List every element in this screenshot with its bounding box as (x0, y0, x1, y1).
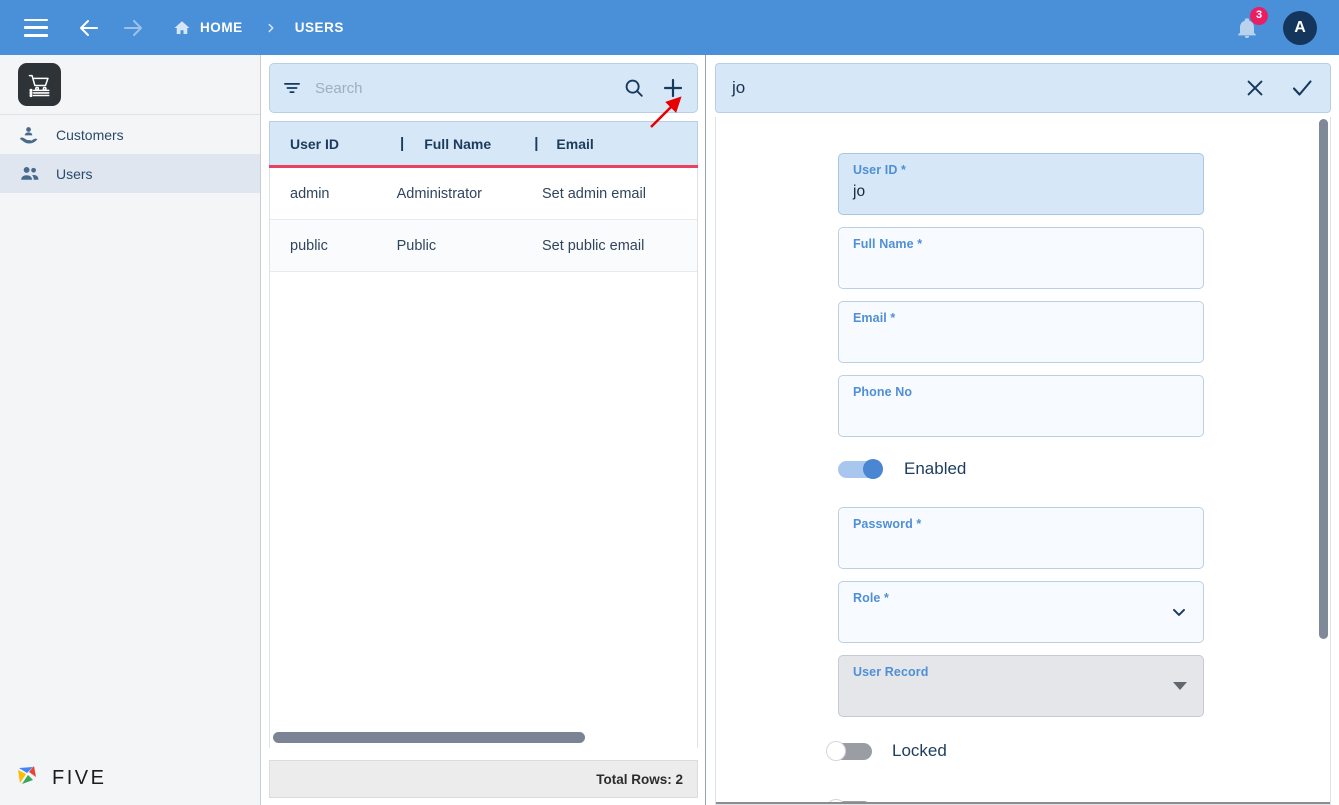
home-icon (173, 19, 191, 37)
shopping-cart-logo[interactable] (18, 63, 61, 106)
column-header-user-id[interactable]: User ID (270, 136, 400, 152)
sidebar-item-customers[interactable]: Customers (0, 115, 260, 154)
table-row[interactable]: admin Administrator Set admin email (270, 168, 697, 220)
user-id-field[interactable]: User ID * jo (838, 153, 1204, 215)
horizontal-scrollbar[interactable] (269, 726, 698, 748)
enabled-toggle-label: Enabled (904, 459, 967, 478)
email-field[interactable]: Email * (838, 301, 1204, 363)
five-brand-logo: FIVE (14, 763, 106, 793)
user-id-field-value: jo (853, 183, 866, 200)
enabled-toggle[interactable] (838, 459, 884, 479)
cell-full-name: Administrator (396, 185, 483, 202)
top-app-bar: HOME USERS 3 A (0, 0, 1339, 55)
role-field-label: Role * (853, 591, 890, 605)
sidebar-item-users-label: Users (56, 165, 93, 182)
people-icon (18, 163, 44, 185)
locked-toggle[interactable] (826, 741, 872, 761)
five-mark-icon (18, 766, 36, 784)
user-id-field-label: User ID * (853, 163, 907, 177)
table-body: admin Administrator Set admin email publ… (269, 168, 698, 726)
confirm-save-icon[interactable] (1290, 76, 1314, 100)
users-list-panel: User ID | Full Name | Email admin Admini… (262, 55, 706, 805)
close-icon[interactable] (1244, 77, 1266, 99)
chevron-right-icon (264, 21, 278, 35)
five-brand-text: FIVE (52, 766, 107, 789)
sidebar: Customers Users FIVE (0, 55, 261, 805)
filter-icon[interactable] (282, 78, 302, 98)
cell-user-id: admin (290, 185, 330, 202)
sidebar-logo-area (0, 55, 260, 115)
column-header-email[interactable]: Email (538, 136, 593, 152)
hamburger-menu-icon[interactable] (24, 18, 48, 37)
sidebar-item-users[interactable]: Users (0, 154, 260, 193)
cell-user-id: public (290, 237, 328, 254)
user-detail-panel: jo User ID * jo Full Name * Email * Phon… (707, 55, 1339, 805)
phone-no-field[interactable]: Phone No (838, 375, 1204, 437)
email-field-label: Email * (853, 311, 896, 325)
arrow-forward-icon[interactable] (121, 16, 145, 40)
chevron-down-icon[interactable] (1169, 602, 1189, 622)
cell-email: Set public email (541, 237, 645, 254)
locked-toggle-row[interactable]: Locked (826, 731, 1330, 771)
user-form: User ID * jo Full Name * Email * Phone N… (715, 117, 1331, 805)
breadcrumb-home-label: HOME (200, 20, 243, 35)
horizontal-scrollbar-thumb[interactable] (273, 731, 585, 743)
password-field-label: Password * (853, 517, 922, 531)
phone-no-field-label: Phone No (853, 385, 913, 399)
column-header-full-name[interactable]: Full Name (404, 136, 534, 152)
total-rows-label: Total Rows: 2 (596, 771, 683, 787)
detail-vertical-scrollbar-thumb[interactable] (1319, 119, 1328, 639)
password-field[interactable]: Password * (838, 507, 1204, 569)
cell-email: Set admin email (541, 185, 646, 202)
locked-toggle-knob (826, 741, 846, 761)
locked-toggle-label: Locked (892, 741, 947, 760)
search-icon[interactable] (623, 77, 645, 99)
cell-full-name: Public (396, 237, 437, 254)
notification-badge: 3 (1250, 6, 1268, 25)
detail-header: jo (715, 63, 1331, 113)
search-bar (269, 63, 698, 113)
topbar-actions: 3 A (1235, 0, 1339, 55)
full-name-field[interactable]: Full Name * (838, 227, 1204, 289)
app-root: HOME USERS 3 A Customers Users FIVE Sear… (0, 0, 1339, 805)
list-footer: Total Rows: 2 (269, 760, 698, 798)
sidebar-item-customers-label: Customers (56, 126, 124, 143)
enabled-toggle-row[interactable]: Enabled (838, 449, 1330, 489)
detail-title: jo (732, 78, 746, 97)
avatar[interactable]: A (1283, 10, 1317, 45)
role-field[interactable]: Role * (838, 581, 1204, 643)
full-name-field-label: Full Name * (853, 237, 923, 251)
arrow-back-icon[interactable] (77, 16, 101, 40)
add-user-button[interactable] (661, 76, 685, 100)
detail-vertical-scrollbar[interactable] (1319, 119, 1328, 802)
breadcrumb-home[interactable]: HOME (173, 19, 243, 37)
avatar-initial: A (1294, 18, 1306, 36)
notifications-button[interactable]: 3 (1235, 6, 1268, 40)
triangle-down-icon (1173, 682, 1187, 690)
panel-bottom-divider (716, 802, 1330, 804)
table-header-row: User ID | Full Name | Email (269, 121, 698, 168)
table-row[interactable]: public Public Set public email (270, 220, 697, 272)
customer-support-icon (18, 124, 44, 146)
breadcrumb-current-label: USERS (294, 20, 344, 35)
form-fields: User ID * jo Full Name * Email * Phone N… (716, 117, 1330, 804)
user-record-field-label: User Record (853, 665, 929, 679)
search-input[interactable] (315, 79, 607, 97)
user-record-field: User Record (838, 655, 1204, 717)
enabled-toggle-knob (863, 459, 883, 479)
